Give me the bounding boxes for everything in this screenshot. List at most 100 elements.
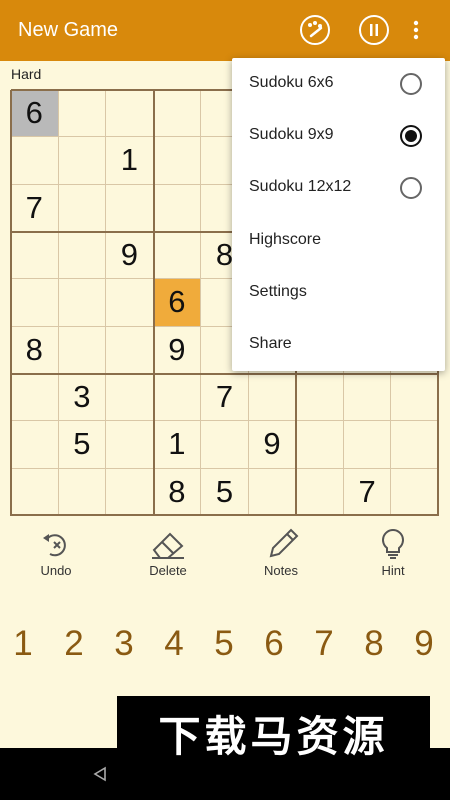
sudoku-cell[interactable] [58,137,107,185]
sudoku-cell[interactable] [11,137,59,185]
radio-unselected-icon[interactable] [400,73,422,95]
sudoku-cell[interactable]: 7 [11,184,59,232]
eraser-icon [152,532,184,559]
sudoku-cell[interactable] [296,421,344,469]
sudoku-cell[interactable] [153,137,202,185]
menu-item-share[interactable]: Share [232,319,445,371]
menu-item-label: Share [249,335,292,352]
sudoku-cell[interactable] [58,232,107,280]
sudoku-cell[interactable]: 9 [153,326,202,374]
sudoku-cell[interactable]: 1 [106,137,154,185]
undo-label: Undo [40,563,72,578]
sudoku-cell[interactable] [11,232,59,280]
number-key-3[interactable]: 3 [104,624,144,664]
sudoku-cell[interactable] [248,374,297,422]
number-key-6[interactable]: 6 [254,624,294,664]
sudoku-cell[interactable] [153,184,202,232]
menu-item-label: Sudoku 12x12 [249,178,352,195]
sudoku-cell[interactable] [58,326,107,374]
sudoku-cell[interactable]: 5 [201,468,249,516]
menu-item-sudoku-6x6[interactable]: Sudoku 6x6 [232,58,445,110]
box-divider [10,90,12,516]
sudoku-cell[interactable]: 9 [106,232,154,280]
delete-label: Delete [149,563,187,578]
back-icon[interactable] [92,766,108,782]
sudoku-cell[interactable]: 6 [11,90,59,138]
sudoku-cell[interactable] [343,421,392,469]
menu-item-label: Sudoku 6x6 [249,74,334,91]
sudoku-cell[interactable] [391,374,439,422]
tool-bar: Undo Delete Notes Hint [0,528,450,588]
number-pad: 123456789 [0,624,450,668]
sudoku-cell[interactable] [58,184,107,232]
sudoku-cell[interactable] [11,279,59,327]
sudoku-cell[interactable] [153,90,202,138]
sudoku-cell[interactable]: 7 [343,468,392,516]
sudoku-cell[interactable]: 8 [11,326,59,374]
sudoku-cell[interactable] [153,374,202,422]
number-key-4[interactable]: 4 [154,624,194,664]
sudoku-cell[interactable] [153,232,202,280]
sudoku-cell[interactable] [248,468,297,516]
sudoku-cell[interactable]: 6 [153,279,202,327]
sudoku-cell[interactable] [106,90,154,138]
hint-label: Hint [381,563,405,578]
number-key-1[interactable]: 1 [3,624,43,664]
notes-button[interactable]: Notes [241,528,321,578]
sudoku-cell[interactable] [106,374,154,422]
lightbulb-icon [382,528,404,559]
sudoku-cell[interactable] [58,90,107,138]
notes-label: Notes [264,563,298,578]
sudoku-cell[interactable] [106,326,154,374]
menu-item-settings[interactable]: Settings [232,267,445,319]
sudoku-cell[interactable]: 7 [201,374,249,422]
sudoku-cell[interactable]: 9 [248,421,297,469]
sudoku-cell[interactable] [58,468,107,516]
sudoku-cell[interactable]: 8 [153,468,202,516]
sudoku-cell[interactable] [391,468,439,516]
sudoku-cell[interactable] [343,374,392,422]
number-key-8[interactable]: 8 [354,624,394,664]
box-divider [11,373,439,375]
menu-item-highscore[interactable]: Highscore [232,215,445,267]
hint-button[interactable]: Hint [353,528,433,578]
more-vert-icon[interactable] [410,14,422,46]
number-key-2[interactable]: 2 [54,624,94,664]
menu-item-label: Highscore [249,231,322,248]
delete-button[interactable]: Delete [128,528,208,578]
sudoku-cell[interactable] [106,184,154,232]
sudoku-cell[interactable] [11,468,59,516]
radio-selected-icon[interactable] [400,125,422,147]
sudoku-cell[interactable] [296,468,344,516]
number-key-5[interactable]: 5 [204,624,244,664]
sudoku-cell[interactable] [58,279,107,327]
number-key-9[interactable]: 9 [404,624,444,664]
sudoku-cell[interactable] [11,374,59,422]
sudoku-cell[interactable] [11,421,59,469]
menu-item-sudoku-12x12[interactable]: Sudoku 12x12 [232,162,445,214]
sudoku-cell[interactable] [106,279,154,327]
undo-button[interactable]: Undo [16,528,96,578]
menu-item-sudoku-9x9[interactable]: Sudoku 9x9 [232,110,445,162]
radio-unselected-icon[interactable] [400,177,422,199]
app-bar: New Game [0,0,450,61]
sudoku-cell[interactable] [106,468,154,516]
sudoku-cell[interactable]: 1 [153,421,202,469]
menu-item-label: Sudoku 9x9 [249,126,334,143]
sudoku-cell[interactable] [391,421,439,469]
palette-icon[interactable] [299,14,331,46]
difficulty-label: Hard [11,66,42,82]
sudoku-cell[interactable] [296,374,344,422]
box-divider [152,90,155,516]
sudoku-cell[interactable] [201,421,249,469]
box-divider [11,514,439,516]
overflow-menu: Sudoku 6x6 Sudoku 9x9 Sudoku 12x12 Highs… [232,58,445,371]
number-key-7[interactable]: 7 [304,624,344,664]
menu-item-label: Settings [249,283,307,300]
sudoku-cell[interactable]: 3 [58,374,107,422]
pause-icon[interactable] [358,14,390,46]
app-title[interactable]: New Game [18,19,118,42]
pencil-icon [269,528,299,558]
sudoku-cell[interactable] [106,421,154,469]
sudoku-cell[interactable]: 5 [58,421,107,469]
